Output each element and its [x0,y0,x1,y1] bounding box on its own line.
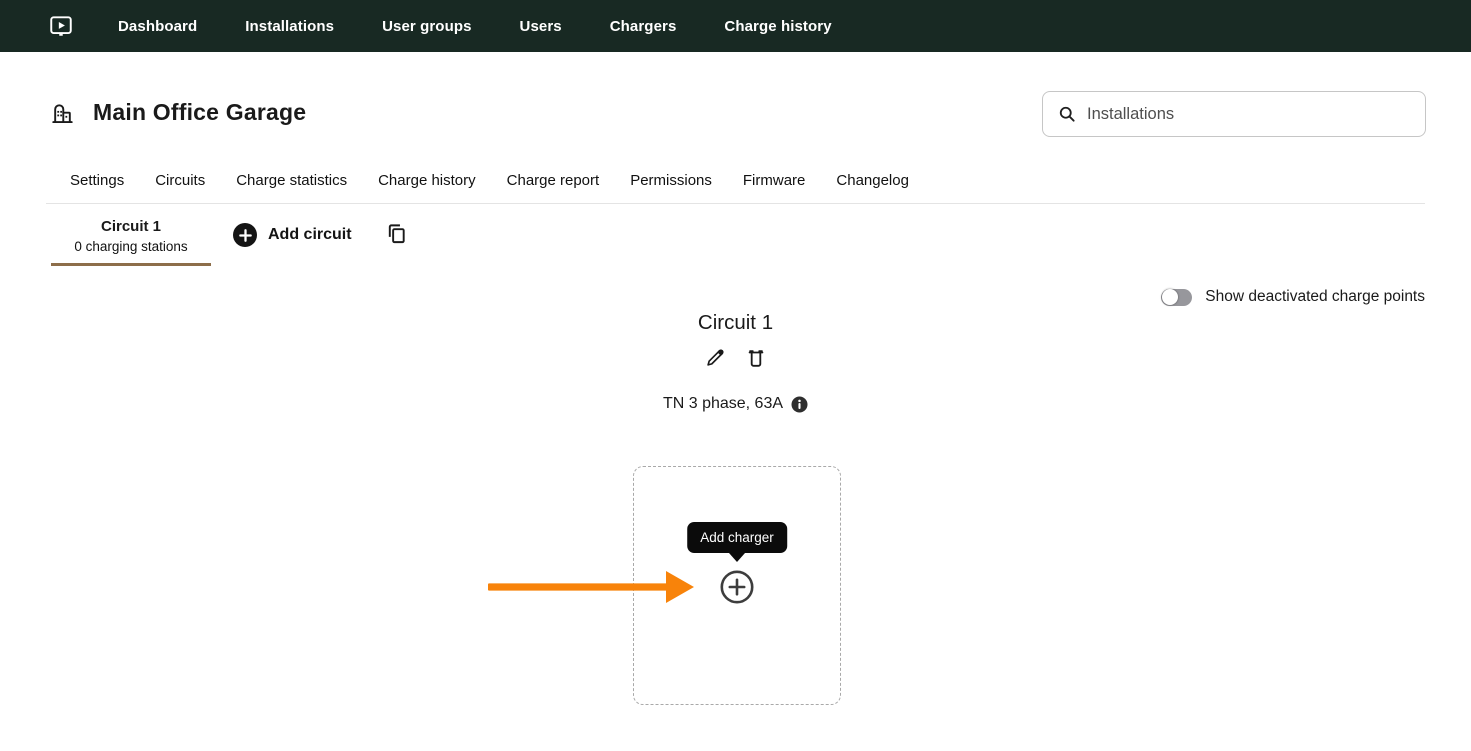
app-logo-icon[interactable] [48,13,74,39]
tab-changelog[interactable]: Changelog [836,172,909,189]
nav-item-charge-history[interactable]: Charge history [724,18,831,35]
plus-circle-filled-icon [233,223,257,247]
copy-circuit-button[interactable] [385,222,408,248]
search-input[interactable] [1087,105,1411,124]
toggle-label: Show deactivated charge points [1205,288,1425,306]
tab-permissions[interactable]: Permissions [630,172,712,189]
circuit-detail: Circuit 1 [0,311,1471,413]
page-title: Main Office Garage [93,99,306,126]
circuit-spec: TN 3 phase, 63A [663,395,783,413]
circuit-title: Circuit 1 [0,311,1471,335]
edit-circuit-button[interactable] [704,347,726,369]
delete-circuit-button[interactable] [745,347,767,369]
circuit-tab-active[interactable]: Circuit 1 0 charging stations [51,208,211,266]
tab-charge-statistics[interactable]: Charge statistics [236,172,347,189]
add-charger-tooltip: Add charger [687,522,787,553]
copy-icon [385,233,408,248]
search-box [1042,91,1426,137]
app-root: Dashboard Installations User groups User… [0,0,1471,751]
circuit-spec-row: TN 3 phase, 63A [663,395,808,413]
circuit-subtab-bar: Circuit 1 0 charging stations Add circui… [51,208,408,266]
add-circuit-label: Add circuit [268,226,352,244]
add-circuit-button[interactable]: Add circuit [233,223,352,247]
deactivated-toggle-row: Show deactivated charge points [1161,288,1425,306]
office-building-icon [49,99,76,126]
nav-item-chargers[interactable]: Chargers [610,18,677,35]
nav-item-installations[interactable]: Installations [245,18,334,35]
circuit-tab-subtitle: 0 charging stations [51,239,211,254]
tooltip-arrow [729,553,745,562]
tab-settings[interactable]: Settings [70,172,124,189]
tab-circuits[interactable]: Circuits [155,172,205,189]
tab-firmware[interactable]: Firmware [743,172,806,189]
nav-item-dashboard[interactable]: Dashboard [118,18,197,35]
orange-arrow-icon [486,569,696,605]
info-icon[interactable] [791,396,808,413]
nav-item-user-groups[interactable]: User groups [382,18,471,35]
circuit-tab-title: Circuit 1 [51,218,211,235]
toggle-knob [1162,289,1178,305]
page-header: Main Office Garage [49,99,306,126]
search-icon [1057,104,1077,124]
show-deactivated-toggle[interactable] [1161,289,1192,306]
add-charger-button[interactable] [720,570,754,604]
tab-charge-report[interactable]: Charge report [507,172,600,189]
top-navbar: Dashboard Installations User groups User… [0,0,1471,52]
tab-bar: Settings Circuits Charge statistics Char… [46,172,1425,204]
plus-circle-outline-icon [720,592,754,607]
tab-charge-history[interactable]: Charge history [378,172,476,189]
circuit-actions [0,347,1471,369]
nav-item-users[interactable]: Users [520,18,562,35]
